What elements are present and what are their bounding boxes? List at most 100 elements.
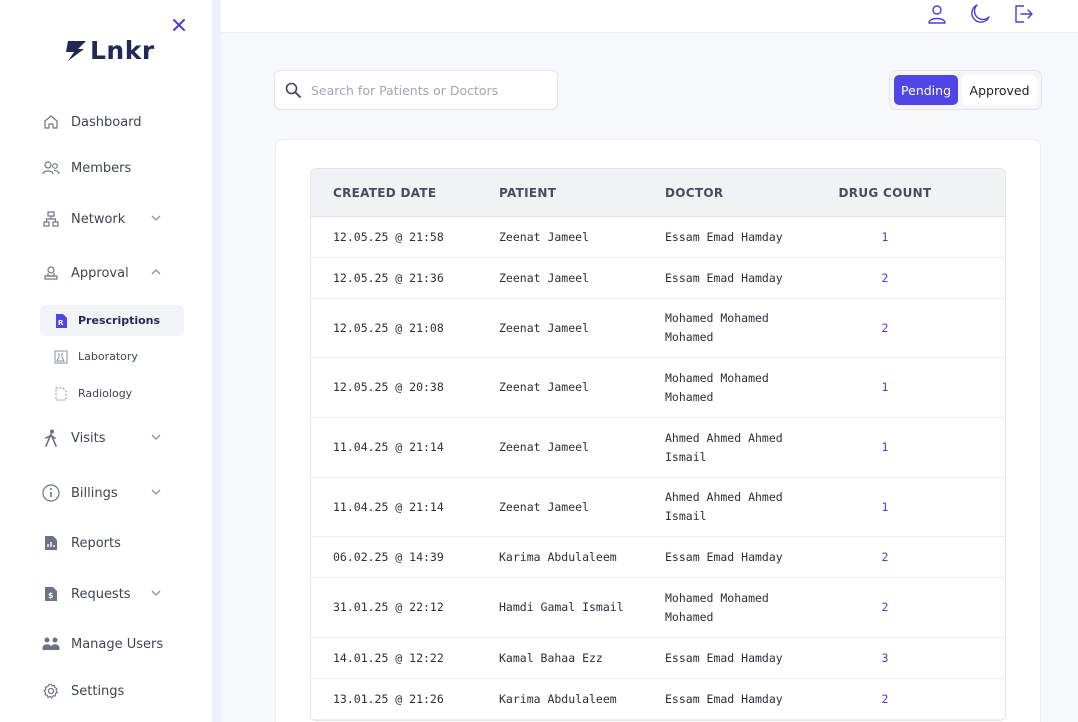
column-header-patient[interactable]: PATIENT (499, 186, 665, 200)
user-icon[interactable] (926, 3, 948, 25)
sidebar-item-visits[interactable]: Visits (42, 426, 182, 450)
sidebar-item-label: Dashboard (71, 114, 142, 130)
drug-count-cell: 2 (881, 691, 889, 706)
chevron-down-icon (151, 434, 161, 440)
dollar-doc-icon: $ (42, 585, 60, 603)
drug-count-cell: 2 (881, 549, 889, 564)
doctor-cell: Mohamed Mohamed Mohamed (665, 370, 769, 404)
sidebar-item-billings[interactable]: Billings (42, 481, 182, 505)
chevron-down-icon (151, 590, 161, 596)
approval-icon (42, 264, 60, 282)
drug-count-cell: 2 (881, 600, 889, 614)
prescriptions-table: CREATED DATE PATIENT DOCTOR DRUG COUNT 1… (310, 168, 1006, 721)
home-icon (42, 113, 60, 131)
sidebar-item-members[interactable]: Members (42, 156, 182, 180)
doctor-cell: Mohamed Mohamed Mohamed (665, 590, 769, 624)
chevron-up-icon (151, 269, 161, 275)
table-row[interactable]: 11.04.25 @ 21:14 Zeenat Jameel Ahmed Ahmed… (311, 478, 1005, 537)
table-row[interactable]: 12.05.25 @ 21:58 Zeenat Jameel Essam Emad … (311, 217, 1005, 258)
doctor-cell: Ahmed Ahmed Ahmed Ismail (665, 430, 783, 464)
doctor-cell: Ahmed Ahmed Ahmed Ismail (665, 490, 783, 523)
sidebar-item-label: Requests (71, 586, 131, 602)
patient-cell: Hamdi Gamal Ismail (499, 600, 624, 614)
column-header-doctor[interactable]: DOCTOR (665, 186, 805, 200)
lightning-logo-icon (66, 40, 86, 61)
walking-icon (42, 429, 60, 447)
doctor-cell: Essam Emad Hamday (665, 549, 783, 564)
created-date-cell: 11.04.25 @ 21:14 (333, 499, 444, 514)
radiology-icon (54, 387, 68, 401)
sidebar-item-network[interactable]: Network (42, 207, 182, 231)
table-row[interactable]: 12.05.25 @ 21:36 Zeenat Jameel Essam Emad … (311, 258, 1005, 299)
svg-text:$: $ (48, 591, 54, 600)
created-date-cell: 06.02.25 @ 14:39 (333, 549, 444, 564)
sidebar-item-settings[interactable]: Settings (42, 679, 182, 703)
drug-count-cell: 1 (881, 229, 889, 244)
patient-cell: Zeenat Jameel (499, 270, 590, 285)
table-row[interactable]: 12.05.25 @ 21:08 Zeenat Jameel Mohamed Moh… (311, 299, 1005, 358)
sidebar-item-label: Reports (71, 535, 121, 551)
sidebar-item-label: Settings (71, 683, 125, 699)
column-header-created-date[interactable]: CREATED DATE (333, 186, 499, 200)
sidebar-subitem-laboratory[interactable]: Laboratory (40, 341, 184, 372)
created-date-cell: 13.01.25 @ 21:26 (333, 691, 444, 706)
table-row[interactable]: 12.05.25 @ 20:38 Zeenat Jameel Mohamed Moh… (311, 358, 1005, 418)
top-bar (221, 0, 1078, 33)
pending-tab[interactable]: Pending (894, 75, 959, 105)
approved-tab[interactable]: Approved (962, 75, 1037, 105)
gear-icon (42, 682, 60, 700)
sidebar-item-dashboard[interactable]: Dashboard (42, 110, 182, 134)
search-input[interactable] (311, 82, 541, 98)
table-body: 12.05.25 @ 21:58 Zeenat Jameel Essam Emad … (311, 217, 1005, 720)
close-sidebar-button[interactable] (170, 16, 188, 34)
table-header: CREATED DATE PATIENT DOCTOR DRUG COUNT (311, 169, 1005, 217)
sidebar-item-manage-users[interactable]: Manage Users (42, 632, 182, 656)
doctor-cell: Essam Emad Hamday (665, 691, 783, 706)
patient-cell: Zeenat Jameel (499, 229, 590, 244)
network-icon (42, 210, 60, 228)
sidebar-item-reports[interactable]: Reports (42, 531, 182, 555)
column-header-drug-count[interactable]: DRUG COUNT (805, 186, 965, 200)
created-date-cell: 12.05.25 @ 20:38 (333, 380, 444, 394)
search-icon (285, 82, 301, 98)
svg-text:R: R (58, 319, 64, 327)
rx-icon: R (54, 313, 68, 328)
table-row[interactable]: 11.04.25 @ 21:14 Zeenat Jameel Ahmed Ahmed… (311, 418, 1005, 478)
created-date-cell: 14.01.25 @ 12:22 (333, 650, 444, 665)
created-date-cell: 12.05.25 @ 21:36 (333, 270, 444, 285)
sidebar-item-approval[interactable]: Approval (42, 261, 182, 285)
chevron-down-icon (151, 489, 161, 495)
sidebar-item-label: Manage Users (71, 636, 164, 652)
table-row[interactable]: 13.01.25 @ 21:26 Karima Abdulaleem Essam E… (311, 679, 1005, 720)
table-row[interactable]: 14.01.25 @ 12:22 Kamal Bahaa Ezz Essam Ema… (311, 638, 1005, 679)
moon-icon[interactable] (969, 3, 991, 25)
created-date-cell: 12.05.25 @ 21:58 (333, 229, 444, 244)
sidebar-subitem-label: Radiology (78, 387, 133, 400)
sidebar-item-label: Approval (71, 265, 129, 281)
chevron-down-icon (151, 215, 161, 221)
table-row[interactable]: 06.02.25 @ 14:39 Karima Abdulaleem Essam E… (311, 537, 1005, 578)
status-toggle: Pending Approved (889, 70, 1042, 110)
sidebar-subitem-radiology[interactable]: Radiology (40, 378, 184, 409)
search-box[interactable] (274, 70, 558, 110)
patient-cell: Karima Abdulaleem (499, 549, 617, 564)
drug-count-cell: 2 (881, 270, 889, 285)
sidebar-item-requests[interactable]: $ Requests (42, 582, 182, 606)
sidebar-subitem-prescriptions[interactable]: R Prescriptions (40, 305, 184, 336)
report-icon (42, 534, 60, 552)
drug-count-cell: 1 (881, 380, 889, 394)
sidebar-subitem-label: Prescriptions (78, 314, 161, 327)
logout-icon[interactable] (1012, 3, 1034, 25)
sidebar-item-label: Visits (71, 430, 106, 446)
patient-cell: Zeenat Jameel (499, 499, 590, 514)
sidebar-item-label: Billings (71, 485, 118, 501)
drug-count-cell: 3 (881, 650, 889, 665)
logo[interactable]: Lnkr (64, 36, 155, 65)
table-row[interactable]: 31.01.25 @ 22:12 Hamdi Gamal Ismail Mohame… (311, 578, 1005, 638)
doctor-cell: Essam Emad Hamday (665, 270, 783, 285)
created-date-cell: 11.04.25 @ 21:14 (333, 440, 444, 454)
close-icon (173, 19, 185, 31)
doctor-cell: Mohamed Mohamed Mohamed (665, 311, 769, 344)
patient-cell: Kamal Bahaa Ezz (499, 650, 603, 665)
sidebar-divider (212, 0, 221, 722)
